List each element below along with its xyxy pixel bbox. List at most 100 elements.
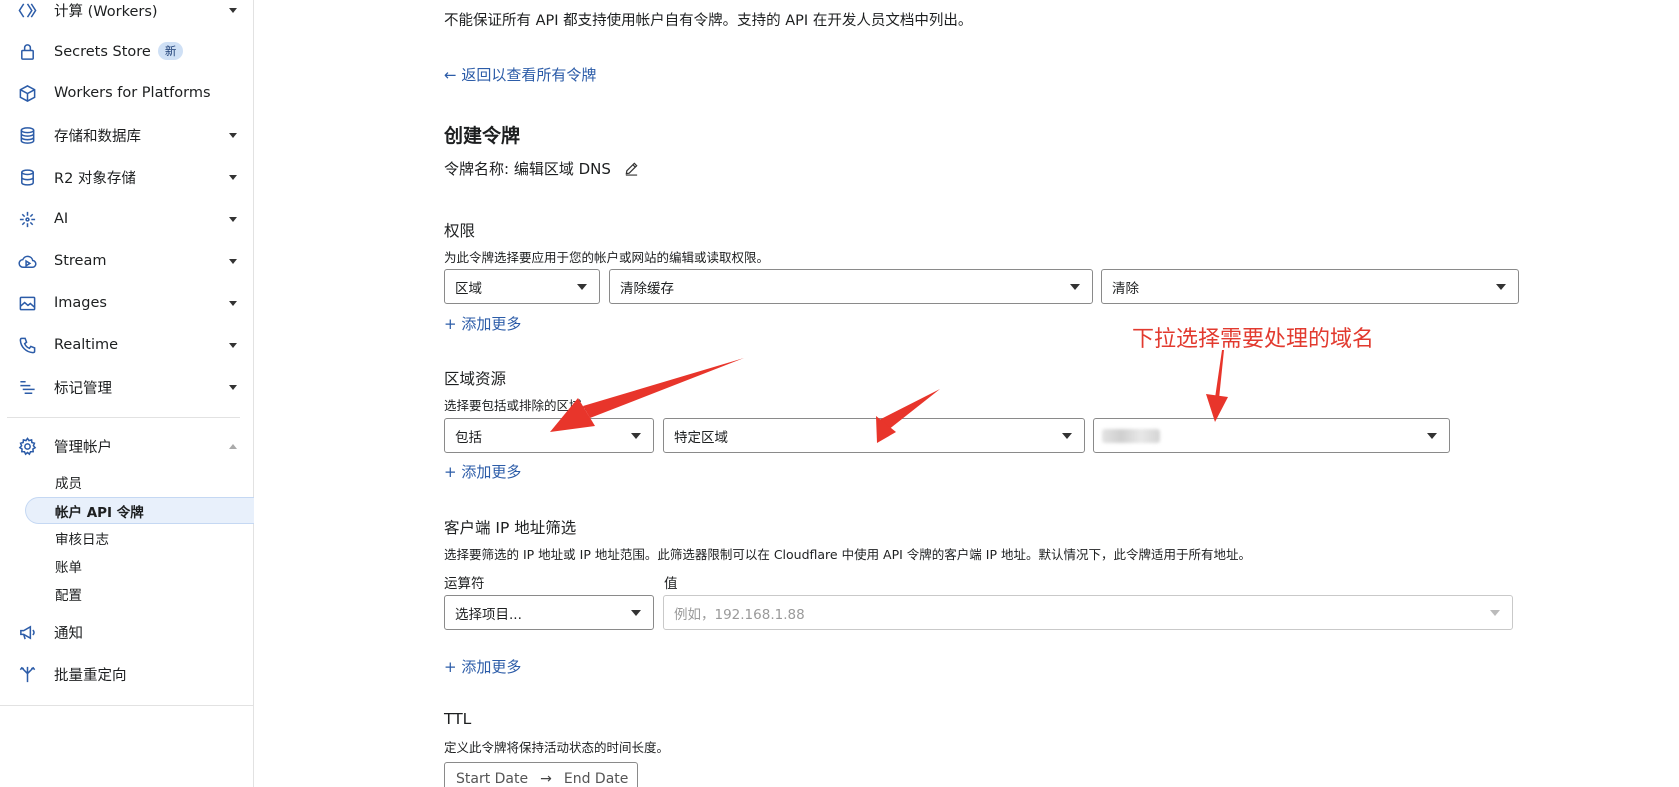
chevron-down-icon: [229, 300, 237, 306]
permissions-title: 权限: [444, 222, 476, 240]
sidebar-item-manage-account[interactable]: 管理帐户: [0, 428, 253, 464]
chevron-down-icon: [1070, 284, 1080, 290]
chevron-down-icon: [229, 342, 237, 348]
sidebar-subitem-billing[interactable]: 账单: [55, 554, 82, 578]
select-value: 包括: [455, 429, 482, 446]
new-badge: 新: [157, 42, 184, 60]
chevron-down-icon: [631, 433, 641, 439]
ttl-desc: 定义此令牌将保持活动状态的时间长度。: [444, 740, 670, 755]
sidebar-item-bulk-redirects[interactable]: 批量重定向: [0, 656, 253, 692]
value-label: 值: [664, 576, 678, 592]
sidebar-item-label: Realtime: [54, 337, 119, 353]
chevron-down-icon: [229, 174, 237, 180]
sidebar-item-label: 计算 (Workers): [54, 3, 158, 20]
sidebar-item-storage-database[interactable]: 存储和数据库: [0, 117, 253, 153]
sidebar-item-label: 存储和数据库: [54, 128, 141, 145]
sidebar-item-workers[interactable]: 计算 (Workers): [0, 0, 253, 28]
chevron-down-icon: [229, 384, 237, 390]
operator-select[interactable]: 选择项目...: [444, 595, 654, 630]
cube-icon: [17, 83, 37, 103]
sidebar-item-label: Stream: [54, 253, 107, 269]
ttl-date-range-input[interactable]: Start Date → End Date: [444, 762, 638, 787]
sidebar-item-notifications[interactable]: 通知: [0, 614, 253, 650]
image-icon: [17, 293, 37, 313]
sidebar-item-label: 管理帐户: [54, 439, 112, 456]
redacted-domain: [1102, 429, 1160, 443]
select-value: 特定区域: [674, 429, 728, 446]
storage-icon: [17, 167, 37, 187]
operator-label: 运算符: [444, 576, 485, 592]
ttl-title: TTL: [444, 710, 472, 728]
permission-type-select[interactable]: 区域: [444, 269, 600, 304]
sidebar-item-stream[interactable]: Stream: [0, 243, 253, 279]
page-title: 创建令牌: [444, 125, 521, 147]
sidebar: 计算 (Workers) Secrets Store 新 Workers for …: [0, 0, 254, 787]
zone-include-select[interactable]: 包括: [444, 418, 654, 453]
chevron-up-icon: [229, 443, 237, 449]
sidebar-subitem-audit-log[interactable]: 审核日志: [55, 526, 109, 550]
sidebar-item-images[interactable]: Images: [0, 285, 253, 321]
ip-value-input[interactable]: 例如，192.168.1.88: [663, 595, 1513, 630]
select-value: 区域: [455, 280, 482, 297]
cloud-play-icon: [17, 251, 37, 271]
back-to-tokens-link[interactable]: ← 返回以查看所有令牌: [444, 64, 596, 85]
chevron-down-icon: [1496, 284, 1506, 290]
permission-access-select[interactable]: 清除: [1101, 269, 1519, 304]
sidebar-item-label: Secrets Store: [54, 44, 151, 60]
start-date-placeholder: Start Date: [456, 771, 529, 787]
intro-text: 不能保证所有 API 都支持使用帐户自有令牌。支持的 API 在开发人员文档中列…: [444, 13, 973, 29]
sidebar-item-ai[interactable]: AI: [0, 201, 253, 237]
select-value: 选择项目...: [455, 606, 522, 623]
client-ip-title: 客户端 IP 地址筛选: [444, 519, 577, 537]
select-value: 清除缓存: [620, 280, 674, 297]
sidebar-item-label: 标记管理: [54, 380, 112, 397]
main-content: 不能保证所有 API 都支持使用帐户自有令牌。支持的 API 在开发人员文档中列…: [255, 0, 1679, 787]
zone-add-more-link[interactable]: + 添加更多: [444, 461, 521, 482]
zone-domain-select[interactable]: [1093, 418, 1450, 453]
end-date-placeholder: End Date: [563, 771, 629, 787]
sidebar-item-tag-management[interactable]: 标记管理: [0, 369, 253, 405]
sidebar-subitem-members[interactable]: 成员: [55, 470, 82, 494]
chevron-down-icon: [229, 132, 237, 138]
sidebar-item-label: R2 对象存储: [54, 170, 136, 187]
tag-manage-icon: [17, 377, 37, 397]
chevron-down-icon: [631, 610, 641, 616]
zone-resources-title: 区域资源: [444, 370, 507, 388]
permissions-add-more-link[interactable]: + 添加更多: [444, 313, 521, 334]
select-value: 清除: [1112, 280, 1139, 297]
sidebar-item-label: 批量重定向: [54, 667, 127, 684]
sidebar-item-label: Images: [54, 295, 107, 311]
client-ip-add-more-link[interactable]: + 添加更多: [444, 656, 521, 677]
annotation-text: 下拉选择需要处理的域名: [1132, 327, 1375, 352]
zone-scope-select[interactable]: 特定区域: [663, 418, 1085, 453]
sidebar-item-label: AI: [54, 211, 69, 227]
input-placeholder: 例如，192.168.1.88: [674, 606, 805, 623]
token-name-text: 令牌名称: 编辑区域 DNS: [444, 160, 611, 178]
chevron-down-icon: [229, 7, 237, 13]
sidebar-item-workers-for-platforms[interactable]: Workers for Platforms: [0, 75, 253, 111]
chevron-down-icon: [229, 216, 237, 222]
workers-icon: [17, 0, 37, 20]
client-ip-desc: 选择要筛选的 IP 地址或 IP 地址范围。此筛选器限制可以在 Cloudfla…: [444, 547, 1251, 562]
lock-icon: [17, 41, 37, 61]
sidebar-item-r2-storage[interactable]: R2 对象存储: [0, 159, 253, 195]
sidebar-subitem-config[interactable]: 配置: [55, 582, 82, 606]
megaphone-icon: [17, 622, 37, 642]
chevron-down-icon: [1062, 433, 1072, 439]
sidebar-divider: [7, 417, 240, 418]
pencil-icon[interactable]: [624, 161, 639, 180]
sparkle-icon: [17, 209, 37, 229]
chevron-down-icon: [229, 258, 237, 264]
arrow-right-icon: →: [540, 771, 552, 787]
sidebar-item-secrets-store[interactable]: Secrets Store 新: [0, 33, 253, 69]
redirect-icon: [17, 664, 37, 684]
permissions-desc: 为此令牌选择要应用于您的帐户或网站的编辑或读取权限。: [444, 250, 770, 265]
sidebar-subitem-account-api-tokens[interactable]: 帐户 API 令牌: [55, 497, 144, 524]
sidebar-item-realtime[interactable]: Realtime: [0, 327, 253, 363]
sidebar-bottom-divider: [0, 705, 253, 706]
database-icon: [17, 125, 37, 145]
permission-item-select[interactable]: 清除缓存: [609, 269, 1093, 304]
gear-icon: [17, 436, 37, 456]
sidebar-item-label: Workers for Platforms: [54, 85, 211, 101]
chevron-down-icon: [1427, 433, 1437, 439]
